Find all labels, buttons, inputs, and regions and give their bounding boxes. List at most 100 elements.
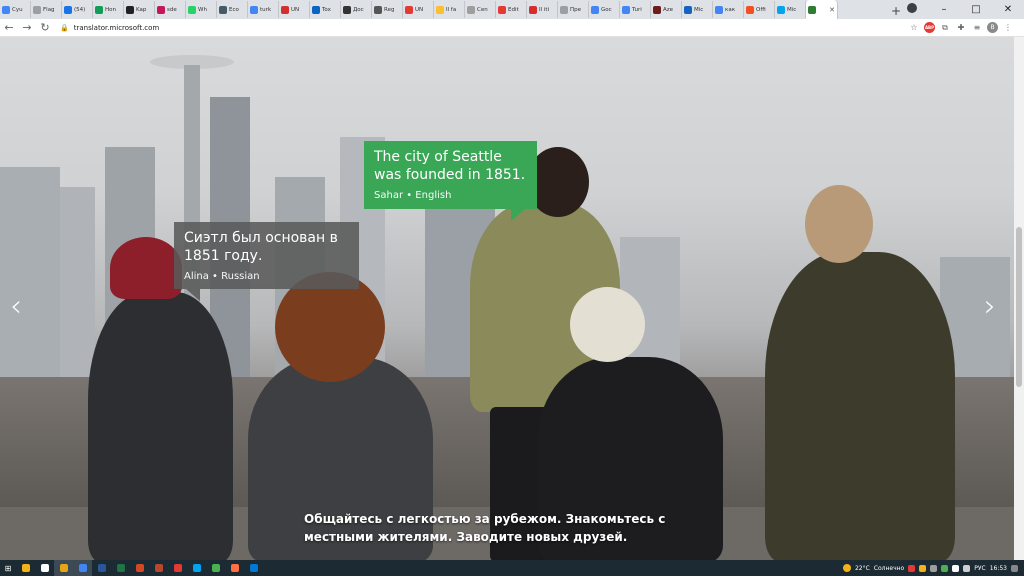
browser-tab[interactable]: UN xyxy=(403,1,434,18)
tray-app-icon[interactable] xyxy=(941,564,949,572)
adblock-icon[interactable]: ABP xyxy=(924,22,935,33)
browser-tab[interactable]: (54) xyxy=(62,1,93,18)
taskbar-app-icon[interactable] xyxy=(187,560,206,576)
tab-favicon-icon xyxy=(219,5,227,14)
window-controls: – □ ✕ xyxy=(896,0,1024,19)
carousel-next-arrow-icon[interactable]: › xyxy=(984,292,996,322)
avatar[interactable]: B xyxy=(987,22,998,33)
bookmark-star-icon[interactable]: ☆ xyxy=(908,22,920,34)
browser-tab[interactable]: Пре xyxy=(558,1,589,18)
browser-tab[interactable]: Cyu xyxy=(0,1,31,18)
weather-sun-icon[interactable] xyxy=(842,564,851,572)
browser-tab[interactable]: Edit xyxy=(496,1,527,18)
tab-label: Reg xyxy=(384,6,395,13)
browser-tab[interactable]: Wh xyxy=(186,1,217,18)
tab-label: Kap xyxy=(136,6,147,13)
windows-taskbar: ⊞ 22°C Солнечно РУС 16:53 xyxy=(0,560,1024,576)
app-glyph-icon xyxy=(211,564,220,572)
app-glyph-icon xyxy=(192,564,201,572)
network-icon[interactable] xyxy=(952,564,960,572)
taskbar-app-icon[interactable] xyxy=(244,560,263,576)
minimize-button[interactable]: – xyxy=(928,4,960,15)
taskbar-app-icon[interactable] xyxy=(149,560,168,576)
taskbar-app-icon[interactable] xyxy=(54,560,73,576)
browser-tab[interactable]: Mic xyxy=(682,1,713,18)
taskbar-app-icon[interactable] xyxy=(92,560,111,576)
taskbar-app-icon[interactable] xyxy=(206,560,225,576)
app-glyph-icon xyxy=(59,564,68,572)
app-glyph-icon xyxy=(97,564,106,572)
tray-app-icon[interactable] xyxy=(919,564,927,572)
reading-list-icon[interactable]: ≡ xyxy=(971,22,983,34)
browser-tab[interactable]: Flag xyxy=(31,1,62,18)
page-scrollbar[interactable] xyxy=(1014,37,1024,560)
extension-icon[interactable]: ⧉ xyxy=(939,22,951,34)
language-indicator[interactable]: РУС xyxy=(974,565,985,572)
browser-tab[interactable]: Turi xyxy=(620,1,651,18)
tab-favicon-icon xyxy=(467,5,475,14)
tab-favicon-icon xyxy=(64,5,72,14)
taskbar-app-icon[interactable] xyxy=(111,560,130,576)
puzzle-extensions-icon[interactable]: ✚ xyxy=(955,22,967,34)
browser-tab[interactable]: sde xyxy=(155,1,186,18)
person-right-head xyxy=(805,185,873,263)
close-window-button[interactable]: ✕ xyxy=(992,4,1024,15)
browser-tab[interactable]: turk xyxy=(248,1,279,18)
taskbar-app-icon[interactable] xyxy=(16,560,35,576)
taskbar-app-icon[interactable] xyxy=(168,560,187,576)
menu-dots-icon[interactable]: ⋮ xyxy=(1002,22,1014,34)
taskbar-app-icon[interactable] xyxy=(35,560,54,576)
browser-tab[interactable]: Tox xyxy=(310,1,341,18)
browser-tab[interactable]: Mic xyxy=(775,1,806,18)
tab-label: Дос xyxy=(353,6,364,13)
tab-label: Il iti xyxy=(539,6,550,13)
clock[interactable]: 16:53 xyxy=(990,565,1007,572)
browser-tab[interactable]: Reg xyxy=(372,1,403,18)
volume-icon[interactable] xyxy=(963,564,971,572)
browser-tab[interactable]: Eco xyxy=(217,1,248,18)
browser-tab[interactable]: Il fa xyxy=(434,1,465,18)
tab-label: Mic xyxy=(787,6,797,13)
reload-button[interactable]: ↻ xyxy=(36,20,54,36)
maximize-button[interactable]: □ xyxy=(960,4,992,15)
tray-app-icon[interactable] xyxy=(930,564,938,572)
speech-bubble-russian: Сиэтл был основан в 1851 году. Alina • R… xyxy=(174,222,359,301)
weather-text[interactable]: Солнечно xyxy=(874,565,904,572)
tab-favicon-icon xyxy=(405,5,413,14)
weather-temp[interactable]: 22°C xyxy=(855,565,870,572)
tab-label: sde xyxy=(167,6,177,13)
taskbar-app-icon[interactable] xyxy=(130,560,149,576)
app-glyph-icon xyxy=(135,564,144,572)
taskbar-app-icon[interactable] xyxy=(73,560,92,576)
url-text: translator.microsoft.com xyxy=(73,23,160,32)
browser-tab[interactable]: Offi xyxy=(744,1,775,18)
browser-tab[interactable]: как xyxy=(713,1,744,18)
browser-tab[interactable]: Il iti xyxy=(527,1,558,18)
back-button[interactable]: ← xyxy=(0,20,18,36)
browser-tab[interactable]: Aze xyxy=(651,1,682,18)
tray-app-icon[interactable] xyxy=(908,564,916,572)
notifications-icon[interactable] xyxy=(1011,564,1018,572)
forward-button[interactable]: → xyxy=(18,20,36,36)
tab-favicon-icon xyxy=(684,5,692,14)
tab-close-icon[interactable]: ✕ xyxy=(829,6,835,14)
scrollbar-thumb[interactable] xyxy=(1016,227,1022,387)
browser-tab[interactable]: Kap xyxy=(124,1,155,18)
taskbar-app-icon[interactable] xyxy=(225,560,244,576)
tab-label: Flag xyxy=(43,6,55,13)
app-glyph-icon xyxy=(40,564,49,572)
browser-tab[interactable]: UN xyxy=(279,1,310,18)
browser-tab[interactable]: Cen xyxy=(465,1,496,18)
app-glyph-icon xyxy=(173,564,182,572)
profile-icon[interactable] xyxy=(896,3,928,16)
tab-favicon-icon xyxy=(808,5,816,14)
browser-tab[interactable]: ✕ xyxy=(806,0,838,19)
address-bar[interactable]: 🔒 translator.microsoft.com xyxy=(60,21,908,35)
browser-window: Cyu Flag (54) Hon Kap sde Wh Eco turk UN Tox Дос Reg… xyxy=(0,0,1024,576)
start-button[interactable]: ⊞ xyxy=(0,560,16,576)
browser-tab[interactable]: Goc xyxy=(589,1,620,18)
browser-tab[interactable]: Дос xyxy=(341,1,372,18)
carousel-prev-arrow-icon[interactable]: ‹ xyxy=(10,292,22,322)
browser-tab[interactable]: Hon xyxy=(93,1,124,18)
system-tray: 22°C Солнечно РУС 16:53 xyxy=(842,564,1024,572)
